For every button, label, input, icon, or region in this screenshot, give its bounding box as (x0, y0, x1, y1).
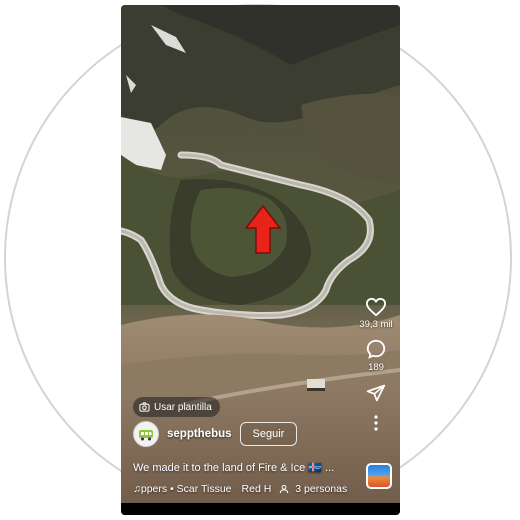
use-template-label: Usar plantilla (154, 401, 212, 413)
reel-screen: 39,3 mil 189 Usar plantilla seppthebus S… (121, 5, 400, 515)
audio-track[interactable]: ♫ppers • Scar Tissue (133, 483, 232, 495)
use-template-button[interactable]: Usar plantilla (133, 397, 220, 417)
bus-logo-icon (139, 430, 153, 441)
bottom-bar (121, 503, 400, 515)
comment-count: 189 (368, 362, 384, 373)
share-send-icon[interactable] (366, 383, 386, 403)
more-vertical-icon[interactable] (373, 415, 379, 431)
heart-icon[interactable] (365, 297, 387, 317)
comment-icon[interactable] (365, 338, 387, 360)
audio-track-extra[interactable]: Red H (242, 483, 272, 495)
camera-icon (139, 402, 150, 412)
reel-caption[interactable]: We made it to the land of Fire & Ice 🇮🇸 … (133, 461, 334, 474)
username[interactable]: seppthebus (167, 428, 232, 440)
follow-button[interactable]: Seguir (239, 422, 298, 446)
share-action[interactable] (366, 383, 386, 403)
tagged-people[interactable]: 3 personas (295, 483, 347, 495)
more-options-action[interactable] (373, 415, 379, 431)
comment-action[interactable]: 189 (365, 338, 387, 373)
action-rail: 39,3 mil 189 (358, 297, 394, 431)
like-count: 39,3 mil (359, 319, 393, 330)
person-icon (280, 484, 289, 494)
author-row: seppthebus Seguir (133, 419, 298, 449)
like-action[interactable]: 39,3 mil (359, 297, 393, 330)
audio-thumbnail[interactable] (366, 463, 392, 489)
avatar[interactable] (133, 421, 159, 447)
meta-row: ♫ppers • Scar Tissue Red H 3 personas (133, 481, 347, 497)
